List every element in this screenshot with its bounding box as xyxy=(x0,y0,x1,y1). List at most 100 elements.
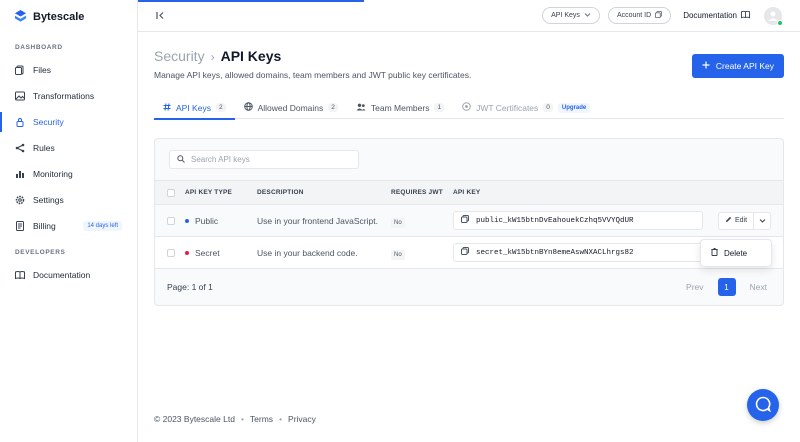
sidebar-item-transformations[interactable]: Transformations xyxy=(0,83,137,109)
sidebar-item-label: Files xyxy=(33,65,51,75)
search-box[interactable] xyxy=(169,150,359,169)
key-type-label: Public xyxy=(195,215,219,226)
gear-icon xyxy=(15,195,25,205)
chevron-down-icon xyxy=(584,11,591,20)
row-actions: Edit xyxy=(718,211,772,230)
api-key-field[interactable]: secret_kW15btnBYn8emeAswNXACLhrgs82 xyxy=(453,243,703,262)
row-dropdown-menu: Delete xyxy=(700,239,772,267)
key-type-cell: Public xyxy=(185,216,218,226)
upgrade-badge[interactable]: Upgrade xyxy=(557,102,591,113)
trial-badge: 14 days left xyxy=(83,221,122,231)
sidebar-item-label: Billing xyxy=(33,221,56,231)
account-id-label: Account ID xyxy=(616,12,652,19)
tab-label: API Keys xyxy=(176,102,211,113)
privacy-link[interactable]: Privacy xyxy=(288,414,316,424)
image-icon xyxy=(15,91,25,101)
sidebar-section-dashboard: DASHBOARD xyxy=(15,44,63,51)
column-header-api-key: API KEY xyxy=(453,189,481,196)
account-id-button[interactable]: Account ID xyxy=(607,7,672,24)
collapse-sidebar-icon[interactable] xyxy=(156,11,166,21)
key-type-cell: Secret xyxy=(185,248,220,258)
tab-allowed-domains[interactable]: Allowed Domains 2 xyxy=(235,96,347,119)
book-icon xyxy=(741,10,750,21)
receipt-icon xyxy=(15,221,25,231)
page-1-button[interactable]: 1 xyxy=(717,278,736,296)
documentation-link-label: Documentation xyxy=(683,11,737,20)
sidebar-item-label: Settings xyxy=(33,195,64,205)
brand[interactable]: Bytescale xyxy=(0,0,137,34)
tab-label: Allowed Domains xyxy=(257,102,324,113)
delete-menu-item[interactable]: Delete xyxy=(724,249,747,258)
sidebar-item-security[interactable]: Security xyxy=(0,109,137,135)
terms-link[interactable]: Terms xyxy=(250,414,273,424)
trash-icon xyxy=(711,248,718,258)
globe-icon xyxy=(243,102,253,113)
api-key-field[interactable]: public_kW15btnDvEahouekCzhq5VVYQdUR xyxy=(453,211,703,230)
create-api-key-button[interactable]: Create API Key xyxy=(691,54,784,78)
page-title: API Keys xyxy=(220,48,282,64)
sidebar-section-developers: DEVELOPERS xyxy=(15,249,66,256)
sidebar-item-rules[interactable]: Rules xyxy=(0,135,137,161)
tab-api-keys[interactable]: API Keys 2 xyxy=(154,96,235,120)
sidebar-item-documentation[interactable]: Documentation xyxy=(0,262,137,288)
plus-icon xyxy=(702,61,710,71)
tab-label: JWT Certificates xyxy=(476,102,539,113)
description-cell: Use in your backend code. xyxy=(257,247,358,258)
description-cell: Use in your frontend JavaScript. xyxy=(257,215,378,226)
main-content: Security › API Keys Manage API keys, all… xyxy=(154,32,784,306)
bytescale-logo-icon xyxy=(14,9,27,25)
prev-page-button[interactable]: Prev xyxy=(682,282,707,292)
users-icon xyxy=(356,103,366,113)
copy-icon[interactable] xyxy=(461,215,469,226)
tab-count: 2 xyxy=(215,103,226,112)
api-key-value: secret_kW15btnBYn8emeAswNXACLhrgs82 xyxy=(476,248,634,257)
chat-widget-button[interactable] xyxy=(747,389,779,421)
tab-count: 1 xyxy=(434,103,445,112)
sidebar-item-label: Rules xyxy=(33,143,55,153)
files-icon xyxy=(15,65,25,75)
sidebar-item-label: Transformations xyxy=(33,91,95,101)
breadcrumb: Security › API Keys xyxy=(154,48,471,64)
row-menu-button[interactable] xyxy=(754,213,770,229)
book-icon xyxy=(15,270,25,280)
sidebar: Bytescale DASHBOARD Files Transformation… xyxy=(0,0,138,442)
next-page-button[interactable]: Next xyxy=(746,282,771,292)
key-type-dot xyxy=(185,218,189,223)
page-summary: Page: 1 of 1 xyxy=(167,282,213,292)
sidebar-item-label: Documentation xyxy=(33,270,91,280)
sidebar-item-monitoring[interactable]: Monitoring xyxy=(0,161,137,187)
sidebar-item-billing[interactable]: Billing 14 days left xyxy=(0,213,137,239)
sidebar-item-label: Security xyxy=(33,117,64,127)
search-input[interactable] xyxy=(191,155,351,164)
edit-label: Edit xyxy=(735,217,748,224)
row-checkbox[interactable] xyxy=(167,216,175,225)
edit-button[interactable]: Edit xyxy=(719,212,755,229)
avatar[interactable] xyxy=(764,6,783,26)
chevron-down-icon xyxy=(759,216,766,226)
tab-team-members[interactable]: Team Members 1 xyxy=(347,96,453,119)
pagination: Page: 1 of 1 Prev 1 Next xyxy=(155,269,783,305)
certificate-icon xyxy=(462,102,471,113)
tab-jwt-certificates[interactable]: JWT Certificates 0 Upgrade xyxy=(453,96,599,119)
footer-separator: • xyxy=(279,414,283,424)
copy-icon xyxy=(655,11,663,20)
row-checkbox[interactable] xyxy=(167,248,175,257)
sidebar-item-settings[interactable]: Settings xyxy=(0,187,137,213)
select-all-checkbox[interactable] xyxy=(167,188,175,197)
key-type-dot xyxy=(185,250,189,255)
tab-count: 0 xyxy=(543,103,553,112)
api-keys-select[interactable]: API Keys xyxy=(542,7,600,24)
copyright: © 2023 Bytescale Ltd xyxy=(154,414,235,424)
breadcrumb-security[interactable]: Security xyxy=(154,48,205,64)
pencil-icon xyxy=(725,216,732,225)
documentation-link[interactable]: Documentation xyxy=(683,10,750,21)
sidebar-item-files[interactable]: Files xyxy=(0,57,137,83)
requires-jwt-badge: No xyxy=(391,217,405,228)
column-header-requires-jwt: REQUIRES JWT xyxy=(391,189,443,196)
requires-jwt-cell: No xyxy=(391,216,405,228)
chevron-right-icon: › xyxy=(210,50,215,64)
api-key-value: public_kW15btnDvEahouekCzhq5VVYQdUR xyxy=(476,216,634,225)
copy-icon[interactable] xyxy=(461,247,469,258)
footer-separator: • xyxy=(240,414,244,424)
column-header-description: DESCRIPTION xyxy=(257,189,304,196)
